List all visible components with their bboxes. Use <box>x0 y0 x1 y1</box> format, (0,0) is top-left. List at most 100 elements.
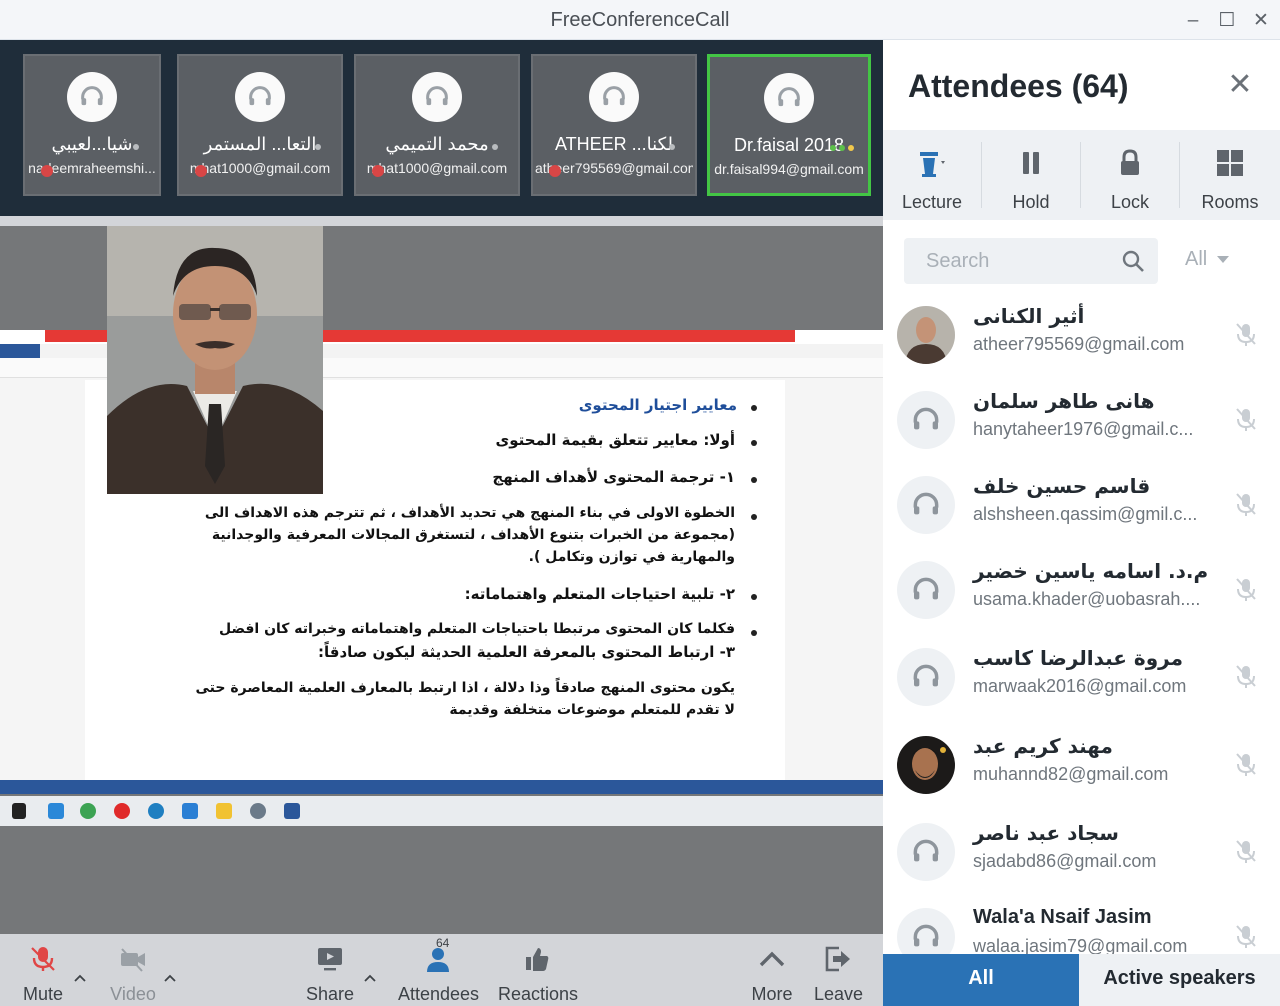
participant-email: dr.faisal994@gmail.com <box>714 161 864 177</box>
slide-line: فكلما كان المحتوى مرتبطا باحتياجات المتع… <box>218 621 735 637</box>
attendee-name: قاسم حسين خلف <box>973 474 1151 498</box>
attendee-row[interactable]: م.د. اسامه ياسين خضير usama.khader@uobas… <box>883 553 1280 638</box>
panel-toolbar: Lecture Hold Lock Rooms <box>883 130 1280 220</box>
reactions-label: Reactions <box>498 984 579 1004</box>
mute-button[interactable]: Mute <box>20 944 66 1004</box>
opera-icon <box>114 803 130 819</box>
slide-line: الخطوة الاولى في بناء المنهج هي تحديد ال… <box>204 505 735 521</box>
attendee-name: Wala'a Nsaif Jasim <box>973 906 1152 928</box>
headset-icon <box>897 823 955 881</box>
mic-muted-icon <box>1236 578 1256 601</box>
minimize-icon[interactable]: – <box>1180 8 1206 34</box>
mic-muted-icon <box>1236 493 1256 516</box>
title-bar: FreeConferenceCall – ☐ ✕ <box>0 0 1280 40</box>
mic-muted-icon <box>372 165 384 177</box>
filter-dropdown[interactable]: All <box>1185 248 1207 271</box>
pause-icon <box>1023 152 1039 174</box>
screen-share-icon <box>318 948 342 971</box>
mic-muted-icon <box>1236 925 1256 948</box>
chevron-up-icon <box>759 951 785 967</box>
reactions-button[interactable]: Reactions <box>498 944 579 1004</box>
mute-options-chevron-icon[interactable] <box>74 972 86 984</box>
word-status-bar <box>0 780 883 794</box>
hold-label: Hold <box>1012 192 1050 212</box>
attendee-row[interactable]: هانى طاهر سلمان hanytaheer1976@gmail.c..… <box>883 383 1280 468</box>
search-icon[interactable] <box>1121 249 1145 273</box>
more-label: More <box>751 984 793 1004</box>
presenter-photo <box>107 226 323 494</box>
lecture-podium-icon <box>920 152 945 177</box>
tab-active-speakers[interactable]: Active speakers <box>1079 954 1280 1006</box>
slide-line: ٣- ارتباط المحتوى بالمعرفة العلمية الحدي… <box>318 643 735 661</box>
share-label: Share <box>306 984 355 1004</box>
participant-name: التعا... المستمر <box>203 134 317 154</box>
headset-icon <box>897 648 955 706</box>
attendee-name: هانى طاهر سلمان <box>973 389 1155 413</box>
participant-tile[interactable]: ATHEER ...لكنا atheer795569@gmail.com <box>531 54 697 196</box>
mic-muted-icon <box>549 165 561 177</box>
participant-tile[interactable]: التعا... المستمر mhat1000@gmail.com <box>177 54 343 196</box>
participant-tile-active[interactable]: Dr.faisal 2018 dr.faisal994@gmail.com <box>707 54 871 196</box>
share-button[interactable]: Share <box>306 944 355 1004</box>
bullet <box>751 440 757 446</box>
video-button[interactable]: Video <box>110 944 156 1004</box>
attendee-row[interactable]: مروة عبدالرضا كاسب marwaak2016@gmail.com <box>883 640 1280 725</box>
slide-line: والمهارية في توازن وتكامل ). <box>528 549 735 565</box>
mail-icon <box>48 803 64 819</box>
headset-icon <box>67 72 117 122</box>
mute-label: Mute <box>22 984 64 1004</box>
attendee-avatar-photo <box>897 736 955 794</box>
attendee-email: marwaak2016@gmail.com <box>973 676 1187 696</box>
chevron-down-icon[interactable] <box>1217 256 1229 264</box>
speaking-indicator <box>830 143 858 153</box>
mic-muted-icon <box>1236 408 1256 431</box>
bullet <box>751 405 757 411</box>
attendee-row[interactable]: سجاد عبد ناصر sjadabd86@gmail.com <box>883 815 1280 900</box>
leave-button[interactable]: Leave <box>814 944 864 1004</box>
headset-icon <box>412 72 462 122</box>
share-options-chevron-icon[interactable] <box>364 972 376 984</box>
chat-icon <box>182 803 198 819</box>
conference-app: FreeConferenceCall – ☐ ✕ شيا...لعيبي nad… <box>0 0 1280 1006</box>
search-input[interactable] <box>904 238 1158 284</box>
bullet <box>751 477 757 483</box>
status-dot <box>492 144 498 150</box>
attendee-row[interactable]: Wala'a Nsaif Jasim walaa.jasim79@gmail.c… <box>883 900 1280 954</box>
attendees-panel: Attendees (64) ✕ Lecture Hold Lock Rooms… <box>883 40 1280 1006</box>
attendee-row[interactable]: قاسم حسين خلف alshsheen.qassim@gmil.c... <box>883 468 1280 553</box>
attendees-count-badge: 64 <box>436 936 450 950</box>
tab-all[interactable]: All <box>883 954 1079 1006</box>
lecture-button[interactable]: Lecture <box>883 130 981 220</box>
attendee-row[interactable]: مهند كريم عبد muhannd82@gmail.com <box>883 728 1280 813</box>
rooms-button[interactable]: Rooms <box>1180 130 1280 220</box>
rooms-label: Rooms <box>1201 192 1259 212</box>
attendee-name: مروة عبدالرضا كاسب <box>973 646 1183 670</box>
mic-muted-icon <box>1236 323 1256 346</box>
leave-label: Leave <box>814 984 864 1004</box>
attendees-button[interactable]: Attendees <box>398 944 480 1004</box>
close-icon[interactable]: ✕ <box>1248 8 1274 34</box>
attendee-email: walaa.jasim79@gmail.com <box>973 936 1188 954</box>
lock-icon <box>1121 149 1139 175</box>
headset-icon <box>897 561 955 619</box>
slide-line: أولا: معايير تتعلق بقيمة المحتوى <box>495 431 735 449</box>
word-file-tab <box>0 344 40 358</box>
attendee-avatar-photo <box>897 306 955 364</box>
panel-tabs: All Active speakers <box>883 954 1280 1006</box>
panel-close-icon[interactable]: ✕ <box>1225 70 1255 100</box>
word-icon <box>284 803 300 819</box>
status-dot <box>133 144 139 150</box>
attendees-label: Attendees <box>398 984 480 1004</box>
video-options-chevron-icon[interactable] <box>164 972 176 984</box>
thumbs-up-icon <box>526 948 549 971</box>
participant-tile[interactable]: محمد التميمي mhat1000@gmail.com <box>354 54 520 196</box>
lock-button[interactable]: Lock <box>1081 130 1179 220</box>
attendee-row[interactable]: أثير الكنانى atheer795569@gmail.com <box>883 298 1280 383</box>
hold-button[interactable]: Hold <box>982 130 1080 220</box>
slide-line: يكون محتوى المنهج صادقاً وذا دلالة ، اذا… <box>195 680 735 696</box>
attendee-email: atheer795569@gmail.com <box>973 334 1185 354</box>
status-dot <box>669 144 675 150</box>
maximize-icon[interactable]: ☐ <box>1214 8 1240 34</box>
participant-tile[interactable]: شيا...لعيبي nadeemraheemshi... <box>23 54 161 196</box>
more-button[interactable]: More <box>750 944 794 1004</box>
